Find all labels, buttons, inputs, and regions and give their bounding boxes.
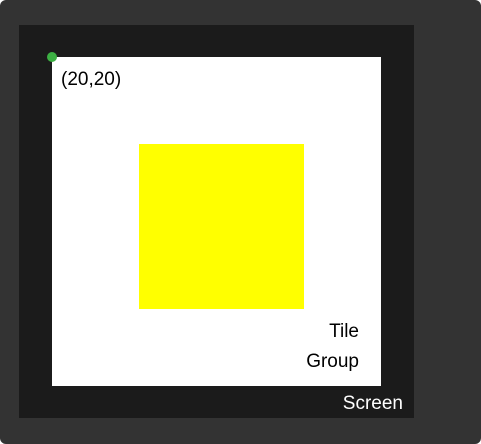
origin-marker-icon [47,52,57,62]
origin-coordinate-label: (20,20) [61,69,122,90]
tile [139,144,304,309]
screen-area: (20,20) Tile Group Screen [19,25,414,418]
group-label: Group [306,351,359,372]
screen-label: Screen [342,393,403,414]
outer-frame: (20,20) Tile Group Screen [0,0,481,444]
group-area: (20,20) Tile Group [47,52,381,386]
tile-label: Tile [329,321,359,342]
